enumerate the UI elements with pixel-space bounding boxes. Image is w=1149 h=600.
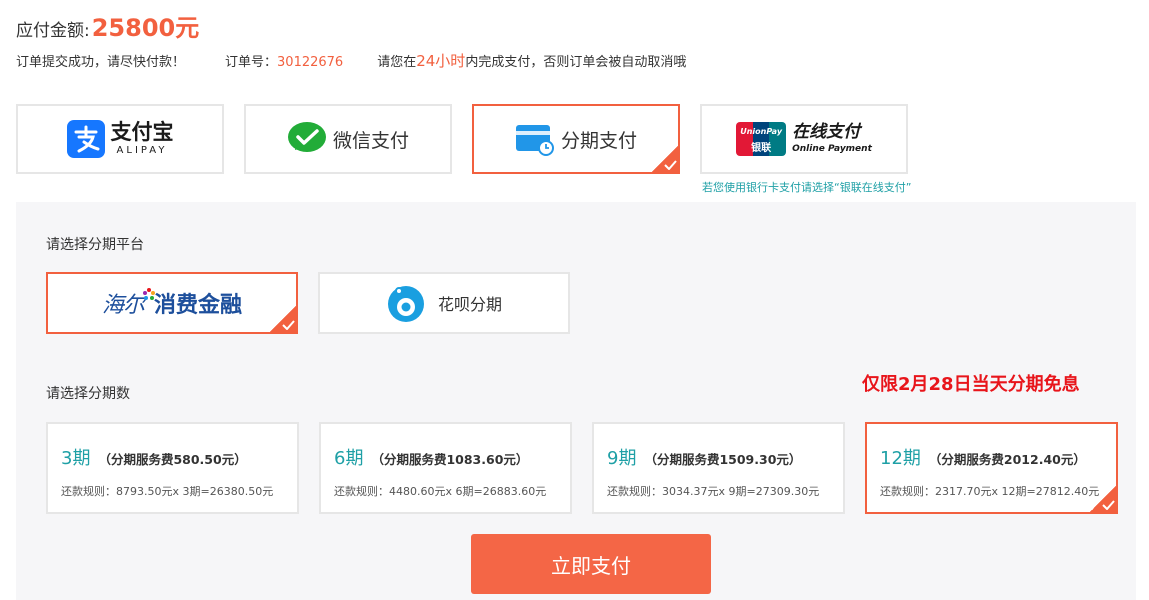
amount-label: 应付金额:: [16, 21, 90, 41]
haier-finance-label: 消费金融: [154, 293, 243, 318]
pay-method-unionpay[interactable]: UnionPay 银联 在线支付 Online Payment: [700, 104, 908, 174]
plan-period: 6期: [334, 448, 364, 469]
pay-method-alipay[interactable]: 支付宝 ALIPAY: [16, 104, 224, 174]
deadline-hours: 24小时: [416, 52, 466, 70]
plan-9[interactable]: 9期 （分期服务费1509.30元） 还款规则：3034.37元x 9期=273…: [592, 422, 845, 514]
pay-method-installment[interactable]: 分期支付: [472, 104, 680, 174]
plan-fee: （分期服务费1083.60元）: [371, 452, 529, 467]
unionpay-sublabel: Online Payment: [792, 144, 872, 154]
pay-method-wechat[interactable]: 微信支付: [244, 104, 452, 174]
plan-fee: （分期服务费2012.40元）: [928, 452, 1086, 467]
pay-now-button[interactable]: 立即支付: [471, 534, 711, 594]
amount-value: 25800元: [91, 14, 200, 42]
haier-script-label: 海尔: [101, 293, 145, 318]
installment-label: 分期支付: [560, 129, 637, 152]
plan-rule: 还款规则：4480.60元x 6期=26883.60元: [334, 485, 547, 498]
plan-period: 12期: [880, 448, 921, 469]
unionpay-logo-text: UnionPay: [740, 127, 783, 136]
plan-rule: 还款规则：8793.50元x 3期=26380.50元: [61, 485, 274, 498]
platform-huabei[interactable]: 花呗分期: [318, 272, 570, 334]
unionpay-tip: 若您使用银行卡支付请选择“银联在线支付”: [702, 181, 912, 194]
plan-3[interactable]: 3期 （分期服务费580.50元） 还款规则：8793.50元x 3期=2638…: [46, 422, 299, 514]
plan-6[interactable]: 6期 （分期服务费1083.60元） 还款规则：4480.60元x 6期=268…: [319, 422, 572, 514]
order-success-text: 订单提交成功，请尽快付款！: [16, 55, 186, 70]
plan-rule: 还款规则：2317.70元x 12期=27812.40元: [880, 485, 1100, 498]
order-info: 订单提交成功，请尽快付款！ 订单号： 30122676 请您在 24小时 内完成…: [16, 50, 686, 71]
plan-period: 9期: [607, 448, 637, 469]
wechat-pay-label: 微信支付: [332, 129, 409, 152]
installment-count-title: 请选择分期数: [46, 386, 130, 402]
amount-row: 应付金额: 25800元: [16, 8, 199, 43]
alipay-label: 支付宝: [110, 120, 174, 144]
plan-12[interactable]: 12期 （分期服务费2012.40元） 还款规则：2317.70元x 12期=2…: [865, 422, 1118, 514]
selected-check-icon: [1088, 484, 1118, 514]
deadline-suffix: 内完成支付，否则订单会被自动取消哦: [465, 55, 687, 70]
wechat-pay-icon: [287, 122, 326, 152]
huabei-icon: [387, 286, 424, 322]
unionpay-logo-sub: 银联: [751, 143, 772, 154]
order-no-label: 订单号：: [225, 55, 278, 70]
selected-check-icon: [268, 304, 298, 334]
alipay-sublabel: ALIPAY: [116, 145, 168, 156]
deadline-prefix: 请您在: [377, 55, 417, 70]
plan-fee: （分期服务费1509.30元）: [644, 452, 802, 467]
order-no: 30122676: [277, 55, 344, 70]
promo-banner: 仅限2月28日当天分期免息: [862, 374, 1080, 395]
unionpay-label: 在线支付: [792, 122, 861, 142]
huabei-label: 花呗分期: [437, 295, 502, 314]
plan-rule: 还款规则：3034.37元x 9期=27309.30元: [607, 485, 820, 498]
selected-check-icon: [650, 144, 680, 174]
platform-haier-finance[interactable]: 海尔 消费金融: [46, 272, 298, 334]
unionpay-logo-icon: UnionPay 银联: [736, 122, 787, 156]
alipay-icon: [66, 120, 105, 158]
plan-fee: （分期服务费580.50元）: [98, 452, 247, 467]
installment-card-icon: [515, 125, 554, 156]
platform-title: 请选择分期平台: [46, 237, 144, 253]
plan-period: 3期: [61, 448, 91, 469]
